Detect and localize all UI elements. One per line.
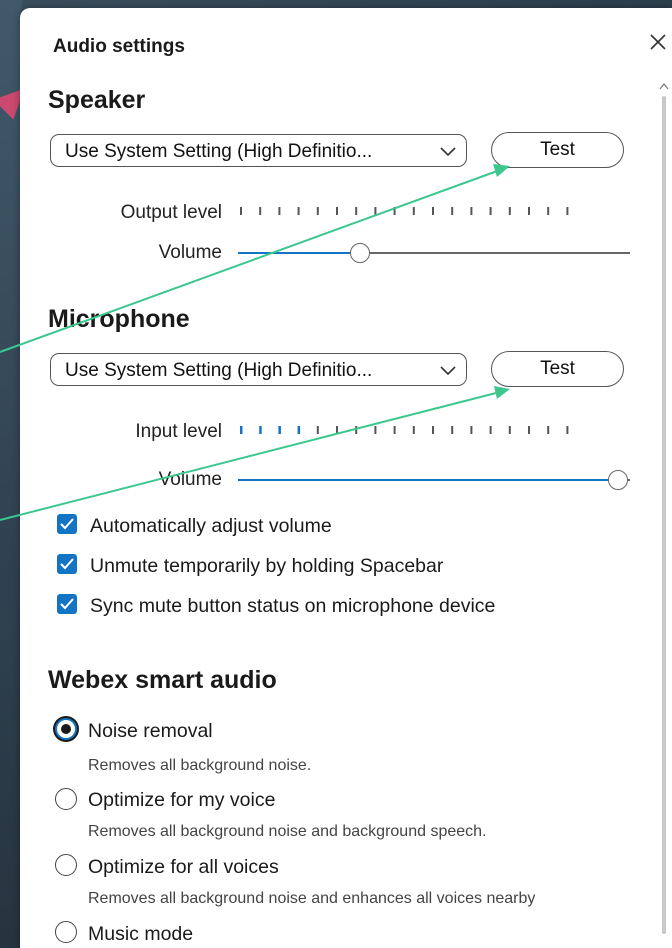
microphone-heading: Microphone bbox=[48, 305, 190, 333]
input-level-label: Input level bbox=[135, 421, 222, 442]
level-tick bbox=[528, 207, 530, 215]
level-tick bbox=[489, 426, 492, 434]
speaker-volume-knob[interactable] bbox=[349, 243, 370, 263]
level-tick bbox=[547, 426, 550, 434]
optimize-my-voice-label[interactable]: Optimize for my voice bbox=[88, 789, 275, 812]
radio-selected-dot bbox=[61, 724, 71, 734]
speaker-volume-fill bbox=[238, 252, 360, 254]
noise-removal-desc: Removes all background noise. bbox=[88, 757, 312, 774]
level-tick bbox=[355, 207, 358, 215]
checkmark-icon bbox=[60, 598, 74, 610]
noise-removal-radio[interactable] bbox=[55, 718, 77, 740]
speaker-device-value: Use System Setting (High Definitio... bbox=[65, 141, 373, 162]
sync-mute-checkbox[interactable] bbox=[57, 594, 77, 614]
close-icon[interactable] bbox=[646, 30, 670, 54]
level-tick bbox=[412, 207, 415, 215]
microphone-device-value: Use System Setting (High Definitio... bbox=[65, 360, 373, 381]
level-tick bbox=[297, 426, 301, 434]
vertical-scrollbar[interactable] bbox=[657, 78, 672, 948]
level-tick bbox=[470, 426, 473, 434]
chevron-down-icon bbox=[440, 147, 456, 157]
level-tick bbox=[566, 426, 569, 434]
microphone-test-button[interactable]: Test bbox=[491, 351, 624, 387]
level-tick bbox=[316, 207, 319, 215]
level-tick bbox=[259, 207, 262, 215]
output-level-meter bbox=[240, 207, 569, 215]
optimize-my-voice-desc: Removes all background noise and backgro… bbox=[88, 823, 487, 840]
speaker-device-select[interactable]: Use System Setting (High Definitio... bbox=[50, 134, 467, 167]
level-tick bbox=[547, 207, 550, 215]
level-tick bbox=[278, 207, 281, 215]
level-tick bbox=[393, 426, 396, 434]
level-tick bbox=[451, 207, 454, 215]
level-tick bbox=[374, 207, 377, 215]
microphone-volume-fill bbox=[238, 479, 619, 481]
optimize-my-voice-radio[interactable] bbox=[55, 788, 77, 810]
unmute-spacebar-checkbox[interactable] bbox=[57, 554, 77, 574]
microphone-volume-label: Volume bbox=[158, 469, 222, 490]
dialog-title: Audio settings bbox=[53, 36, 185, 57]
chevron-down-icon bbox=[440, 366, 456, 376]
level-tick bbox=[336, 426, 338, 434]
level-tick bbox=[508, 426, 511, 434]
level-tick bbox=[412, 426, 415, 434]
level-tick bbox=[259, 426, 262, 434]
optimize-all-voices-desc: Removes all background noise and enhance… bbox=[88, 890, 536, 907]
level-tick bbox=[393, 207, 396, 215]
smart-audio-heading: Webex smart audio bbox=[48, 666, 277, 694]
level-tick bbox=[297, 207, 300, 215]
speaker-volume-label: Volume bbox=[158, 242, 222, 263]
level-tick bbox=[470, 207, 473, 215]
level-tick bbox=[432, 207, 434, 215]
optimize-all-voices-radio[interactable] bbox=[55, 854, 77, 876]
auto-adjust-volume-checkbox[interactable] bbox=[57, 514, 77, 534]
scrollbar-thumb[interactable] bbox=[662, 96, 666, 934]
unmute-spacebar-label[interactable]: Unmute temporarily by holding Spacebar bbox=[90, 555, 443, 578]
checkmark-icon bbox=[60, 518, 74, 530]
auto-adjust-volume-label[interactable]: Automatically adjust volume bbox=[90, 515, 332, 538]
speaker-volume-track bbox=[359, 252, 630, 254]
level-tick bbox=[278, 426, 281, 434]
checkmark-icon bbox=[60, 558, 74, 570]
input-level-meter bbox=[240, 426, 569, 434]
optimize-all-voices-label[interactable]: Optimize for all voices bbox=[88, 856, 279, 879]
microphone-device-select[interactable]: Use System Setting (High Definitio... bbox=[50, 353, 467, 386]
microphone-volume-knob[interactable] bbox=[608, 470, 629, 490]
level-tick bbox=[336, 207, 338, 215]
level-tick bbox=[566, 207, 569, 215]
level-tick bbox=[316, 426, 319, 434]
background-window bbox=[0, 0, 22, 948]
level-tick bbox=[240, 426, 243, 434]
level-tick bbox=[451, 426, 454, 434]
audio-settings-dialog: Audio settings Speaker Use System Settin… bbox=[20, 8, 672, 948]
noise-removal-label[interactable]: Noise removal bbox=[88, 720, 213, 743]
level-tick bbox=[528, 426, 530, 434]
level-tick bbox=[508, 207, 511, 215]
music-mode-radio[interactable] bbox=[55, 921, 77, 943]
sync-mute-label[interactable]: Sync mute button status on microphone de… bbox=[90, 595, 495, 618]
level-tick bbox=[355, 426, 358, 434]
level-tick bbox=[374, 426, 377, 434]
level-tick bbox=[432, 426, 434, 434]
speaker-test-button[interactable]: Test bbox=[491, 132, 624, 168]
scroll-up-icon[interactable] bbox=[659, 82, 669, 90]
level-tick bbox=[240, 207, 242, 215]
music-mode-label[interactable]: Music mode bbox=[88, 923, 193, 946]
level-tick bbox=[489, 207, 492, 215]
speaker-heading: Speaker bbox=[48, 86, 146, 114]
output-level-label: Output level bbox=[120, 202, 222, 223]
